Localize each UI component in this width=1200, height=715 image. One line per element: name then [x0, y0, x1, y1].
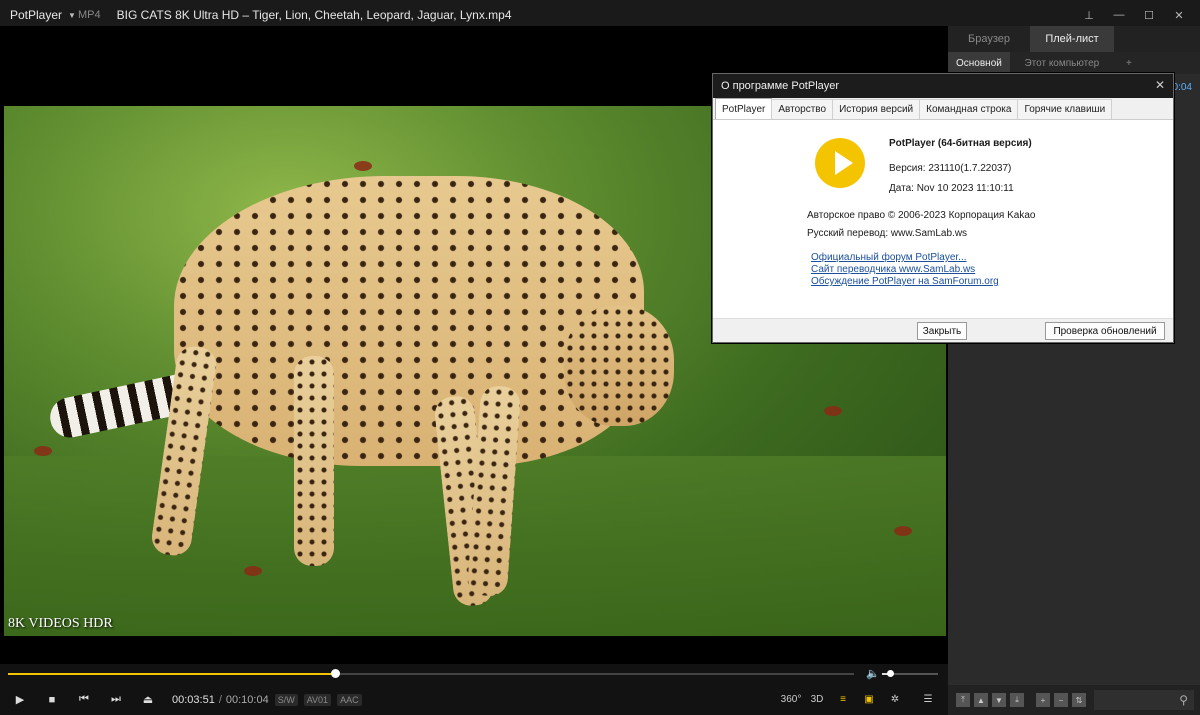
cheetah-head [564, 306, 674, 426]
remove-item-icon[interactable]: − [1054, 693, 1068, 707]
close-button[interactable]: ✕ [1164, 9, 1194, 22]
eject-icon[interactable]: ⏏ [132, 684, 164, 715]
tab-hotkeys[interactable]: Горячие клавиши [1017, 99, 1113, 119]
translator-site-link[interactable]: Сайт переводчика www.SamLab.ws [811, 264, 975, 275]
copyright-label: Авторское право © 2006-2023 Корпорация K… [807, 210, 1036, 221]
dialog-tabs: PotPlayer Авторство История версий Коман… [713, 98, 1173, 120]
sort-icon[interactable]: ⇅ [1072, 693, 1086, 707]
app-name: PotPlayer [10, 8, 63, 22]
next-icon[interactable]: ⏭ [100, 684, 132, 715]
vr-360-button[interactable]: 360° [778, 694, 804, 705]
check-updates-button[interactable]: Проверка обновлений [1045, 322, 1165, 340]
tab-command-line[interactable]: Командная строка [919, 99, 1019, 119]
video-codec-tag[interactable]: AV01 [303, 693, 332, 706]
menu-icon[interactable]: ☰ [908, 694, 948, 705]
playlist-item-duration: 0:04 [1172, 82, 1192, 93]
volume-icon[interactable]: 🔈 [866, 667, 880, 680]
file-title: BIG CATS 8K Ultra HD – Tiger, Lion, Chee… [116, 8, 512, 22]
version-label: Версия: 231110(1.7.22037) [889, 163, 1012, 174]
playlist-subtabs: Основной Этот компьютер + [948, 52, 1200, 74]
translation-label: Русский перевод: www.SamLab.ws [807, 228, 968, 239]
playlist-search-icon[interactable]: ≡ [830, 694, 856, 705]
dialog-title: О программе PotPlayer [721, 80, 840, 92]
tab-potplayer[interactable]: PotPlayer [715, 98, 773, 119]
subtab-main[interactable]: Основной [948, 52, 1010, 74]
potplayer-logo-icon [815, 138, 865, 188]
move-top-icon[interactable]: ⤒ [956, 693, 970, 707]
video-watermark: 8K VIDEOS HDR [8, 616, 113, 631]
time-separator: / [218, 693, 222, 706]
potplayer-window: PotPlayer ▼ MP4 BIG CATS 8K Ultra HD – T… [0, 0, 1200, 715]
dialog-footer: Закрыть Проверка обновлений [713, 318, 1173, 342]
volume-slider[interactable] [882, 670, 938, 677]
maximize-button[interactable]: ☐ [1134, 9, 1164, 22]
volume-thumb[interactable] [886, 670, 894, 677]
leaf [354, 161, 372, 171]
tab-browser[interactable]: Браузер [948, 26, 1030, 52]
dialog-close-button[interactable]: Закрыть [917, 322, 967, 340]
previous-icon[interactable]: ⏮ [68, 684, 100, 715]
seek-progress [8, 673, 336, 675]
play-icon[interactable]: ▶ [4, 684, 36, 715]
add-item-icon[interactable]: + [1036, 693, 1050, 707]
dialog-title-bar: О программе PotPlayer ✕ [713, 74, 1173, 98]
samforum-link[interactable]: Обсуждение PotPlayer на SamForum.org [811, 276, 999, 287]
search-icon[interactable]: ⚲ [1179, 693, 1188, 707]
leaf [824, 406, 842, 416]
move-bottom-icon[interactable]: ⤓ [1010, 693, 1024, 707]
tab-version-history[interactable]: История версий [832, 99, 921, 119]
sw-decoder-tag[interactable]: S/W [274, 693, 298, 706]
stop-icon[interactable]: ■ [36, 684, 68, 715]
format-label: MP4 [78, 9, 101, 21]
total-time[interactable]: 00:10:04 [226, 694, 269, 706]
playlist-search-input[interactable]: ⚲ [1094, 690, 1194, 710]
cheetah-body [174, 176, 644, 466]
leaf [34, 446, 52, 456]
3d-button[interactable]: 3D [804, 694, 830, 705]
minimize-button[interactable]: — [1104, 9, 1134, 21]
playback-controls: ▶ ■ ⏮ ⏭ ⏏ 00:03:51 / 00:10:04 S/W AV01 A… [0, 684, 948, 715]
right-controls: 360° 3D ≡ ▣ ✲ ☰ [778, 684, 948, 715]
build-date-label: Дата: Nov 10 2023 11:10:11 [889, 183, 1014, 194]
panel-tabs: Браузер Плей-лист [948, 26, 1200, 52]
chevron-down-icon: ▼ [68, 10, 76, 20]
about-dialog: О программе PotPlayer ✕ PotPlayer Авторс… [712, 73, 1174, 343]
close-icon[interactable]: ✕ [1155, 78, 1165, 92]
product-name: PotPlayer (64-битная версия) [889, 138, 1032, 149]
move-down-icon[interactable]: ▼ [992, 693, 1006, 707]
seek-track[interactable] [8, 669, 854, 678]
settings-icon[interactable]: ✲ [882, 694, 908, 705]
add-playlist-button[interactable]: + [1114, 52, 1144, 74]
forum-link[interactable]: Официальный форум PotPlayer... [811, 252, 967, 263]
cheetah-leg [294, 356, 334, 566]
current-time[interactable]: 00:03:51 [172, 694, 215, 706]
playlist-toolbar: ⤒ ▲ ▼ ⤓ + − ⇅ ⚲ [948, 685, 1200, 715]
move-up-icon[interactable]: ▲ [974, 693, 988, 707]
tab-credits[interactable]: Авторство [771, 99, 834, 119]
pin-icon[interactable]: ⊥ [1074, 9, 1104, 22]
seek-bar: 🔈 [0, 664, 948, 684]
subtitle-icon[interactable]: ▣ [856, 694, 882, 705]
subtab-this-computer[interactable]: Этот компьютер [1010, 52, 1114, 74]
audio-codec-tag[interactable]: AAC [337, 693, 362, 706]
dialog-body: PotPlayer (64-битная версия) Версия: 231… [713, 120, 1173, 318]
tab-playlist[interactable]: Плей-лист [1030, 26, 1114, 52]
seek-thumb[interactable] [331, 669, 341, 678]
leaf [244, 566, 262, 576]
leaf [894, 526, 912, 536]
